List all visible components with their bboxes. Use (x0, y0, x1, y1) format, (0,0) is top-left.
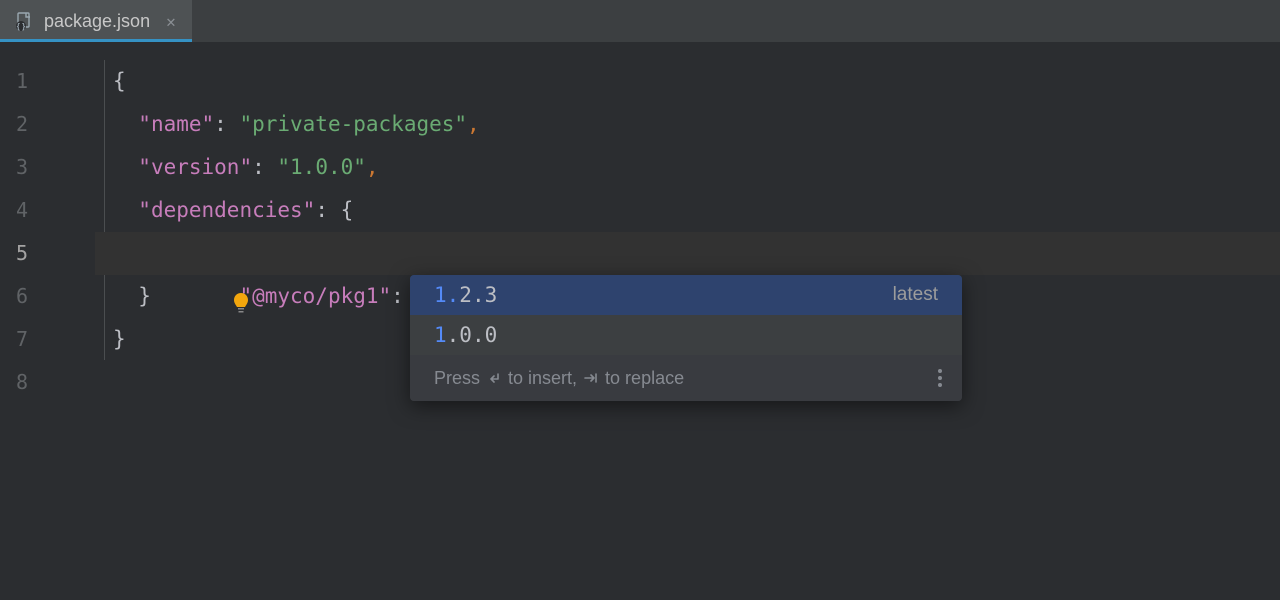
tab-key-icon (583, 370, 599, 386)
autocomplete-popup: 1.2.3 latest 1.0.0 Press to insert, to r… (410, 275, 962, 401)
line-number: 1 (0, 60, 95, 103)
code-line: { (95, 60, 1280, 103)
close-icon[interactable]: ✕ (164, 12, 178, 31)
code-line-active: "@myco/pkg1": "1." (95, 232, 1280, 275)
tab-label: package.json (44, 11, 150, 32)
editor-tab-bar: { } package.json ✕ (0, 0, 1280, 42)
json-file-icon: { } (14, 11, 34, 31)
lightbulb-icon[interactable] (130, 244, 150, 264)
enter-key-icon (486, 370, 502, 386)
line-number: 7 (0, 318, 95, 361)
svg-text:{ }: { } (17, 22, 25, 31)
line-number: 8 (0, 361, 95, 404)
line-number: 5 (0, 232, 95, 275)
tab-package-json[interactable]: { } package.json ✕ (0, 0, 192, 42)
completion-rest: .0.0 (447, 323, 498, 347)
completion-rest: 2.3 (459, 283, 497, 307)
completion-match: 1 (434, 323, 447, 347)
code-line: "dependencies": { (95, 189, 1280, 232)
autocomplete-item[interactable]: 1.0.0 (410, 315, 962, 355)
autocomplete-item[interactable]: 1.2.3 latest (410, 275, 962, 315)
line-number: 4 (0, 189, 95, 232)
code-line: "version": "1.0.0", (95, 146, 1280, 189)
gutter: 1 2 3 4 5 6 7 8 (0, 42, 95, 600)
footer-hint: Press to insert, to replace (434, 368, 684, 389)
autocomplete-footer: Press to insert, to replace (410, 355, 962, 401)
more-options-icon[interactable] (938, 369, 942, 387)
completion-tag: latest (893, 284, 938, 306)
code-line: "name": "private-packages", (95, 103, 1280, 146)
line-number: 6 (0, 275, 95, 318)
line-number: 3 (0, 146, 95, 189)
line-number: 2 (0, 103, 95, 146)
completion-match: 1. (434, 283, 459, 307)
